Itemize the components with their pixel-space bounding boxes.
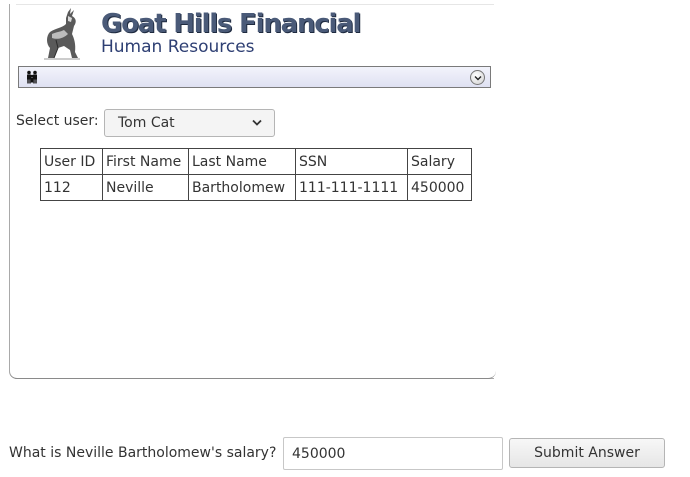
employee-table: User ID First Name Last Name SSN Salary … [40, 148, 472, 201]
table-header-row: User ID First Name Last Name SSN Salary [40, 148, 472, 175]
column-header-first-name: First Name [102, 148, 189, 175]
column-header-salary: Salary [407, 148, 472, 175]
cell-user-id: 112 [40, 174, 103, 201]
select-user-label: Select user: [16, 113, 99, 129]
column-header-user-id: User ID [40, 148, 103, 175]
column-header-ssn: SSN [295, 148, 408, 175]
chevron-down-icon [474, 75, 481, 80]
question-label: What is Neville Bartholomew's salary? [9, 445, 277, 461]
panel-top-divider [16, 4, 494, 5]
answer-input[interactable] [283, 437, 503, 470]
people-icon[interactable] [25, 70, 39, 84]
chevron-down-icon [252, 119, 262, 126]
brand-subtitle: Human Resources [101, 37, 255, 57]
cell-ssn: 111-111-1111 [295, 174, 408, 201]
cell-salary: 450000 [407, 174, 472, 201]
user-select[interactable]: Tom Cat [104, 109, 275, 137]
goat-logo-icon [44, 8, 80, 60]
submit-answer-button[interactable]: Submit Answer [509, 438, 665, 468]
user-select-value: Tom Cat [118, 115, 175, 131]
menu-bar[interactable] [18, 66, 491, 88]
table-row: 112 Neville Bartholomew 111-111-1111 450… [40, 174, 472, 201]
brand-title: Goat Hills Financial [101, 9, 361, 39]
column-header-last-name: Last Name [188, 148, 296, 175]
cell-first-name: Neville [102, 174, 189, 201]
menu-dropdown-button[interactable] [470, 70, 485, 85]
cell-last-name: Bartholomew [188, 174, 296, 201]
